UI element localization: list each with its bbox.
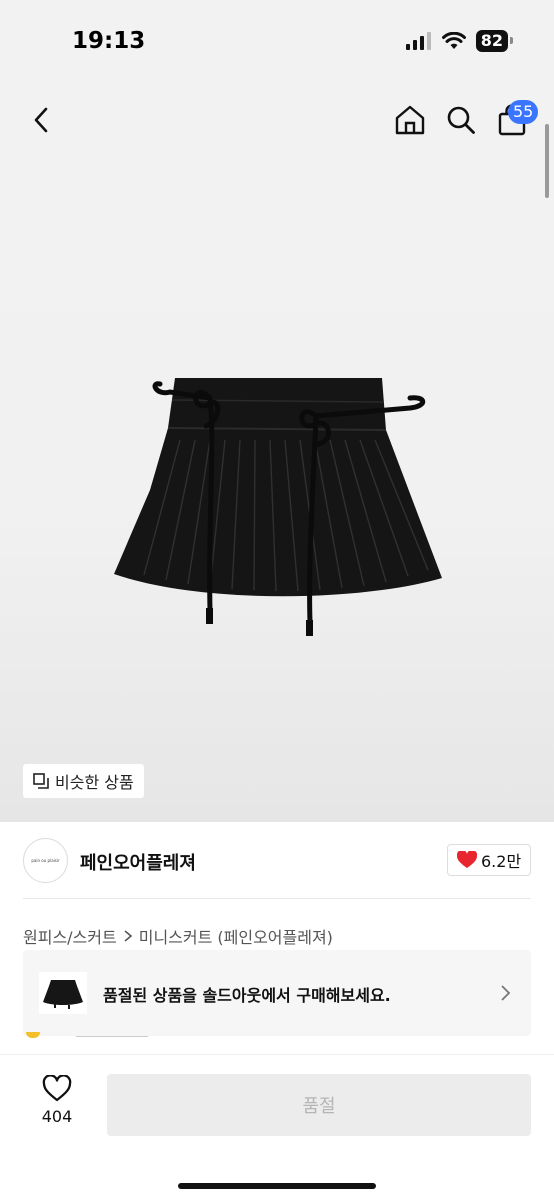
chevron-left-icon bbox=[34, 107, 48, 133]
back-button[interactable] bbox=[24, 102, 58, 138]
wishlist-button[interactable]: 404 bbox=[30, 1075, 84, 1135]
top-nav bbox=[0, 96, 554, 146]
copy-icon bbox=[33, 773, 49, 789]
shop-logo-text: pain ou plaisir bbox=[31, 858, 60, 863]
breadcrumb-subcategory[interactable]: 미니스커트 (페인오어플레져) bbox=[139, 924, 333, 948]
status-icons: 82 bbox=[405, 30, 514, 52]
bottom-action-bar: 404 품절 bbox=[0, 1054, 554, 1200]
status-bar: 19:13 82 bbox=[0, 0, 554, 84]
shop-like-button[interactable]: 6.2만 bbox=[447, 844, 532, 876]
cart-count-badge: 55 bbox=[508, 100, 539, 124]
star-icon bbox=[26, 1032, 40, 1038]
home-button[interactable] bbox=[392, 100, 428, 140]
soldout-banner-text: 품절된 상품을 솔드아웃에서 구매해보세요. bbox=[103, 986, 391, 1005]
home-icon bbox=[395, 105, 425, 135]
soldout-buy-button[interactable]: 품절 bbox=[107, 1074, 531, 1136]
shop-info-row: pain ou plaisir 페인오어플레져 6.2만 bbox=[0, 836, 554, 886]
shop-like-count: 6.2만 bbox=[481, 852, 522, 871]
battery-indicator: 82 bbox=[475, 30, 514, 52]
divider bbox=[76, 1036, 148, 1037]
scroll-indicator bbox=[545, 124, 549, 198]
heart-outline-icon bbox=[42, 1075, 72, 1102]
soldout-thumbnail bbox=[39, 972, 87, 1014]
similar-products-label: 비슷한 상품 bbox=[55, 773, 134, 792]
breadcrumb-category[interactable]: 원피스/스커트 bbox=[23, 924, 117, 948]
similar-products-button[interactable]: 비슷한 상품 bbox=[23, 764, 144, 798]
chevron-right-icon bbox=[501, 985, 511, 1001]
status-time: 19:13 bbox=[72, 28, 146, 54]
product-image-skirt bbox=[114, 378, 442, 636]
home-indicator bbox=[178, 1183, 376, 1189]
shop-logo[interactable]: pain ou plaisir bbox=[23, 838, 68, 883]
wishlist-count: 404 bbox=[41, 1107, 73, 1126]
wifi-icon bbox=[441, 32, 466, 49]
heart-filled-icon bbox=[457, 851, 477, 868]
breadcrumb: 원피스/스커트 미니스커트 (페인오어플레져) bbox=[23, 924, 333, 948]
signal-icon bbox=[405, 32, 431, 50]
search-button[interactable] bbox=[443, 100, 479, 140]
search-icon bbox=[447, 106, 475, 134]
shop-name[interactable]: 페인오어플레져 bbox=[80, 849, 196, 875]
chevron-right-icon bbox=[124, 930, 132, 942]
divider bbox=[23, 898, 531, 899]
soldout-banner[interactable]: 품절된 상품을 솔드아웃에서 구매해보세요. bbox=[23, 950, 531, 1036]
